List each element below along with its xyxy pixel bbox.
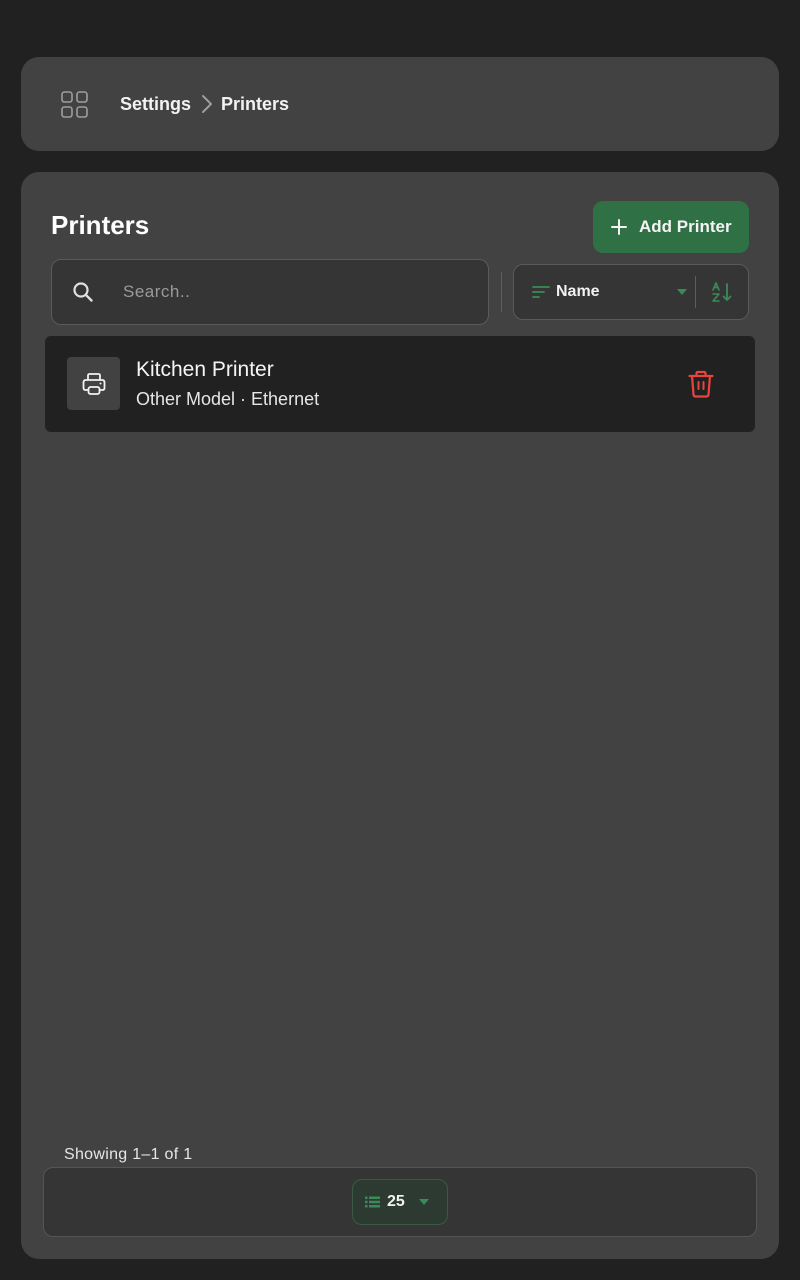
printer-name: Kitchen Printer [136, 358, 274, 381]
search-icon [72, 281, 94, 303]
breadcrumb-item-settings[interactable]: Settings [120, 94, 191, 115]
add-printer-button[interactable]: Add Printer [593, 201, 749, 253]
sort-field-label: Name [556, 283, 600, 300]
chevron-right-icon [201, 94, 213, 114]
printers-panel: Printers Add Printer Name [21, 172, 779, 1259]
caret-down-icon [677, 289, 688, 295]
pagination-bar: 25 [43, 1167, 757, 1237]
page-size-select[interactable]: 25 [352, 1179, 448, 1225]
sort-control: Name [513, 264, 749, 320]
page-title: Printers [51, 210, 150, 240]
breadcrumb-item-printers: Printers [221, 93, 290, 114]
trash-icon [687, 369, 715, 399]
breadcrumb-bar: Settings Printers [21, 57, 779, 151]
caret-down-icon [418, 1199, 429, 1205]
sort-az-icon [711, 281, 733, 303]
add-printer-label: Add Printer [639, 217, 732, 236]
search-field[interactable] [51, 259, 489, 325]
sort-field-select[interactable]: Name [514, 265, 695, 319]
pagination-summary: Showing 1–1 of 1 [64, 1146, 193, 1163]
breadcrumb: Settings Printers [120, 94, 289, 115]
sort-lines-icon [532, 285, 550, 299]
delete-printer-button[interactable] [683, 366, 719, 402]
plus-icon [611, 219, 627, 235]
apps-grid-icon[interactable] [61, 90, 88, 118]
sort-direction-toggle[interactable] [696, 265, 748, 319]
printer-details: Other Model · Ethernet [136, 389, 320, 409]
toolbar-divider [501, 272, 502, 312]
page-size-value: 25 [387, 1193, 405, 1210]
list-item[interactable]: Kitchen Printer Other Model · Ethernet [45, 336, 755, 432]
search-input[interactable] [121, 281, 451, 303]
printer-icon [67, 357, 120, 410]
list-icon [365, 1196, 380, 1208]
